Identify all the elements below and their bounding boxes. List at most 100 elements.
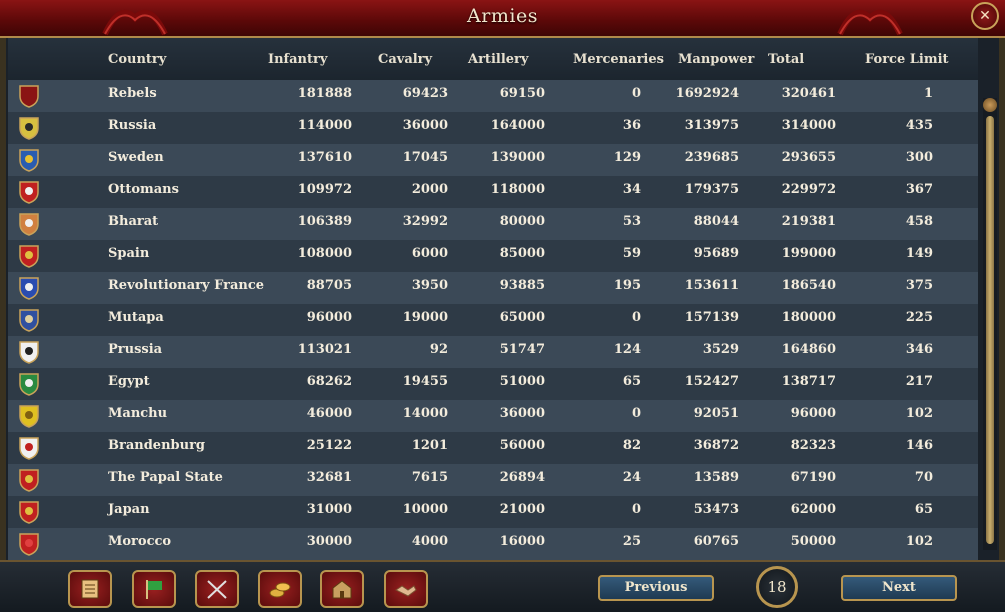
cell-total: 199000 [781, 246, 836, 261]
table-row[interactable]: Rebels 181888 69423 69150 0 1692924 320461 1 [8, 80, 978, 112]
cell-manpower: 157139 [684, 310, 739, 325]
cell-manpower: 1692924 [675, 86, 739, 101]
cell-total: 67190 [790, 470, 836, 485]
cell-force-limit: 217 [905, 374, 933, 389]
cell-cavalry: 10000 [402, 502, 448, 517]
cell-total: 62000 [790, 502, 836, 517]
armies-table: Rebels 181888 69423 69150 0 1692924 320461 1 Rus… [8, 80, 978, 560]
table-row[interactable]: Bharat 106389 32992 80000 53 88044 219381 458 [8, 208, 978, 240]
table-row[interactable]: Prussia 113021 92 51747 124 3529 164860 346 [8, 336, 978, 368]
close-button[interactable]: ✕ [971, 2, 999, 30]
country-shield-icon[interactable] [18, 532, 40, 556]
column-header-manpower[interactable]: Manpower [678, 52, 754, 67]
previous-button[interactable]: Previous [598, 575, 714, 601]
country-shield-icon[interactable] [18, 244, 40, 268]
cell-manpower: 88044 [693, 214, 739, 229]
next-button[interactable]: Next [841, 575, 957, 601]
column-header-total[interactable]: Total [768, 52, 804, 67]
country-shield-icon[interactable] [18, 340, 40, 364]
ledger-icon [81, 579, 99, 599]
cell-cavalry: 69423 [402, 86, 448, 101]
military-button[interactable] [195, 570, 239, 608]
ledger-button[interactable] [68, 570, 112, 608]
cell-infantry: 25122 [306, 438, 352, 453]
country-shield-icon[interactable] [18, 500, 40, 524]
cell-cavalry: 4000 [411, 534, 448, 549]
table-row[interactable]: Revolutionary France 88705 3950 93885 195 153… [8, 272, 978, 304]
crossed-swords-icon [207, 580, 227, 599]
column-header-artillery[interactable]: Artillery [468, 52, 528, 67]
cell-cavalry: 92 [429, 342, 448, 357]
table-row[interactable]: Manchu 46000 14000 36000 0 92051 96000 102 [8, 400, 978, 432]
cell-manpower: 92051 [693, 406, 739, 421]
country-shield-icon[interactable] [18, 468, 40, 492]
cell-mercenaries: 24 [622, 470, 641, 485]
economy-button[interactable] [258, 570, 302, 608]
column-header-cavalry[interactable]: Cavalry [378, 52, 432, 67]
scroll-up-button[interactable] [983, 98, 997, 112]
cell-artillery: 118000 [490, 182, 545, 197]
table-row[interactable]: Japan 31000 10000 21000 0 53473 62000 65 [8, 496, 978, 528]
cell-mercenaries: 59 [622, 246, 641, 261]
cell-mercenaries: 129 [613, 150, 641, 165]
cell-infantry: 88705 [306, 278, 352, 293]
country-shield-icon[interactable] [18, 372, 40, 396]
handshake-icon [395, 585, 417, 597]
table-row[interactable]: The Papal State 32681 7615 26894 24 13589 6719… [8, 464, 978, 496]
table-row[interactable]: Morocco 30000 4000 16000 25 60765 50000 102 [8, 528, 978, 560]
table-row[interactable]: Mutapa 96000 19000 65000 0 157139 180000 225 [8, 304, 978, 336]
cell-artillery: 93885 [499, 278, 545, 293]
country-shield-icon[interactable] [18, 276, 40, 300]
country-shield-icon[interactable] [18, 308, 40, 332]
cell-mercenaries: 0 [631, 310, 641, 325]
country-shield-icon[interactable] [18, 404, 40, 428]
cell-manpower: 239685 [684, 150, 739, 165]
cell-artillery: 164000 [490, 118, 545, 133]
flag-button[interactable] [132, 570, 176, 608]
column-header-mercenaries[interactable]: Mercenaries [573, 52, 664, 67]
table-row[interactable]: Ottomans 109972 2000 118000 34 179375 229972 36… [8, 176, 978, 208]
country-shield-icon[interactable] [18, 148, 40, 172]
country-shield-icon[interactable] [18, 212, 40, 236]
cell-cavalry: 7615 [411, 470, 448, 485]
table-row[interactable]: Russia 114000 36000 164000 36 313975 314000 435 [8, 112, 978, 144]
cell-force-limit: 102 [905, 534, 933, 549]
buildings-button[interactable] [320, 570, 364, 608]
diplomacy-button[interactable] [384, 570, 428, 608]
column-header-infantry[interactable]: Infantry [268, 52, 327, 67]
cell-infantry: 31000 [306, 502, 352, 517]
table-row[interactable]: Spain 108000 6000 85000 59 95689 199000 149 [8, 240, 978, 272]
country-shield-icon[interactable] [18, 436, 40, 460]
cell-artillery: 69150 [499, 86, 545, 101]
column-header-force-limit[interactable]: Force Limit [865, 52, 949, 67]
cell-mercenaries: 34 [622, 182, 641, 197]
country-shield-icon[interactable] [18, 180, 40, 204]
scrollbar-thumb[interactable] [986, 116, 994, 544]
country-shield-icon[interactable] [18, 116, 40, 140]
cell-total: 320461 [781, 86, 836, 101]
cell-total: 180000 [781, 310, 836, 325]
cell-infantry: 46000 [306, 406, 352, 421]
buildings-icon [332, 580, 352, 599]
cell-infantry: 137610 [297, 150, 352, 165]
table-row[interactable]: Egypt 68262 19455 51000 65 152427 138717 217 [8, 368, 978, 400]
cell-cavalry: 2000 [411, 182, 448, 197]
cell-manpower: 153611 [684, 278, 739, 293]
cell-total: 96000 [790, 406, 836, 421]
armies-window: Armies ✕ Country Infantry Cavalry Artillery… [0, 0, 1005, 612]
cell-mercenaries: 25 [622, 534, 641, 549]
table-row[interactable]: Sweden 137610 17045 139000 129 239685 293655 30… [8, 144, 978, 176]
cell-mercenaries: 53 [622, 214, 641, 229]
cell-manpower: 36872 [693, 438, 739, 453]
cell-mercenaries: 0 [631, 86, 641, 101]
cell-manpower: 152427 [684, 374, 739, 389]
cell-infantry: 106389 [297, 214, 352, 229]
cell-manpower: 13589 [693, 470, 739, 485]
cell-force-limit: 346 [905, 342, 933, 357]
country-shield-icon[interactable] [18, 84, 40, 108]
cell-force-limit: 146 [905, 438, 933, 453]
column-header-country[interactable]: Country [108, 52, 166, 67]
table-row[interactable]: Brandenburg 25122 1201 56000 82 36872 82323 146 [8, 432, 978, 464]
cell-cavalry: 17045 [402, 150, 448, 165]
table-header: Country Infantry Cavalry Artillery Mercenari… [8, 38, 978, 81]
